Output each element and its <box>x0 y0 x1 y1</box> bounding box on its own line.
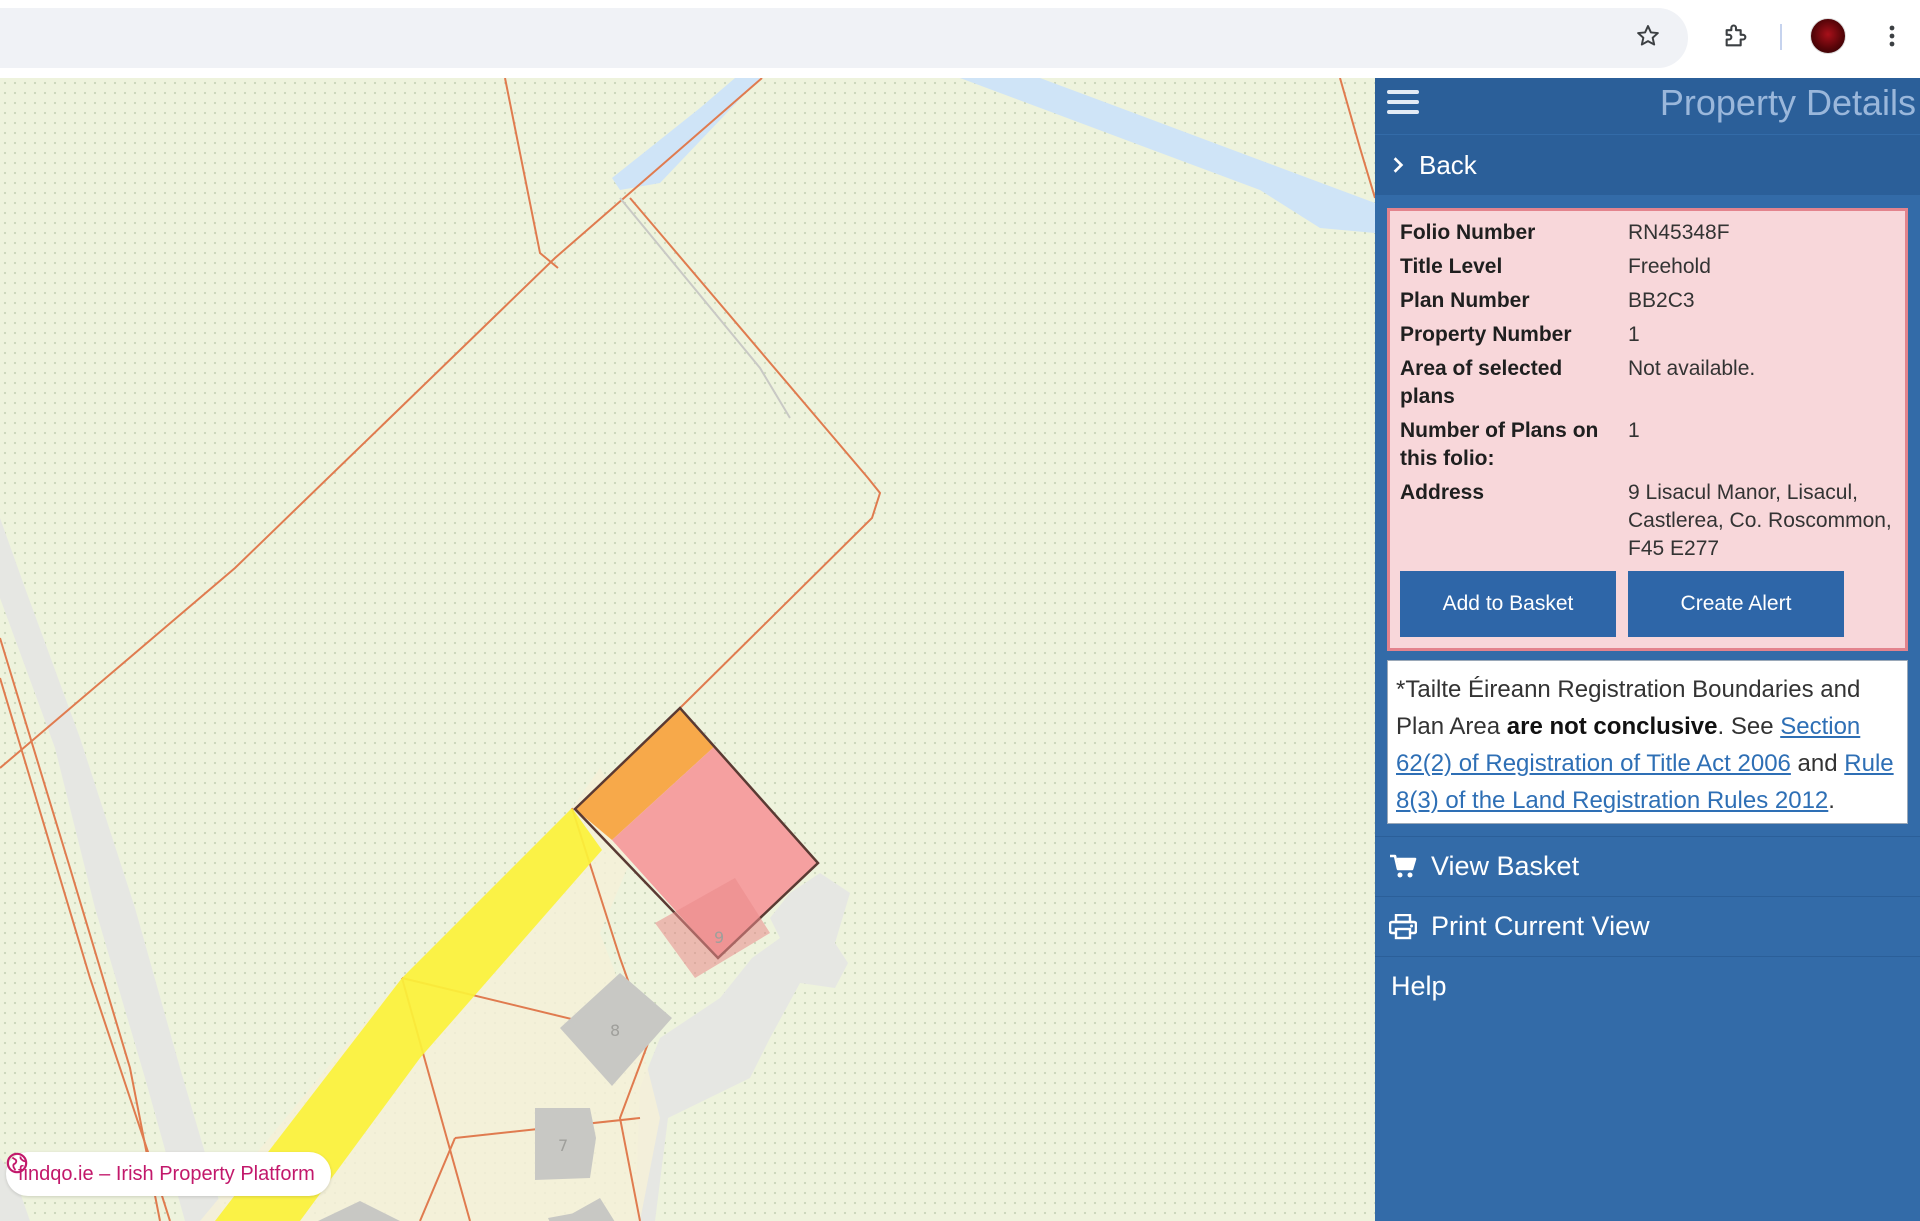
hamburger-icon[interactable] <box>1387 88 1421 122</box>
detail-value: 1 <box>1628 323 1640 346</box>
toolbar-divider <box>1780 24 1782 50</box>
printer-icon <box>1389 913 1417 941</box>
notice-text: . <box>1828 787 1835 814</box>
watermark-text: findqo.ie – Irish Property Platform <box>18 1162 315 1185</box>
detail-label: Property Number <box>1400 323 1572 346</box>
registration-notice: *Tailte Éireann Registration Boundaries … <box>1387 660 1908 824</box>
detail-row-plan-count: Number of Plans on this folio: 1 <box>1400 417 1895 473</box>
print-current-view-label: Print Current View <box>1431 911 1650 941</box>
detail-row-area: Area of selected plans Not available. <box>1400 355 1895 411</box>
kebab-icon[interactable] <box>1874 18 1910 54</box>
detail-row-folio: Folio Number RN45348F <box>1400 219 1895 247</box>
cart-icon <box>1389 853 1417 881</box>
detail-label: Folio Number <box>1400 221 1536 244</box>
watermark-badge: findqo.ie – Irish Property Platform <box>6 1152 331 1196</box>
back-button[interactable]: Back <box>1375 135 1920 195</box>
browser-toolbar <box>0 0 1920 78</box>
detail-value: Not available. <box>1628 357 1756 380</box>
detail-label: Number of Plans on this folio: <box>1400 419 1599 470</box>
puzzle-icon[interactable] <box>1718 18 1754 54</box>
profile-avatar[interactable] <box>1810 18 1846 54</box>
view-basket-label: View Basket <box>1431 851 1580 881</box>
detail-value: Freehold <box>1628 255 1711 278</box>
parcel-label-8: 8 <box>610 1021 620 1040</box>
panel-header: Property Details <box>1375 78 1920 134</box>
globe-icon <box>6 1152 28 1174</box>
faint-boundary <box>619 197 791 419</box>
panel-title: Property Details <box>1659 82 1916 123</box>
road <box>0 518 225 1221</box>
view-basket-item[interactable]: View Basket <box>1375 836 1920 896</box>
detail-value: BB2C3 <box>1628 289 1695 312</box>
add-to-basket-button[interactable]: Add to Basket <box>1400 571 1616 637</box>
star-icon[interactable] <box>1630 18 1666 54</box>
detail-row-property-number: Property Number 1 <box>1400 321 1895 349</box>
help-item[interactable]: Help <box>1375 956 1920 1016</box>
help-label: Help <box>1391 971 1447 1001</box>
notice-text: . See <box>1717 713 1781 740</box>
action-buttons: Add to Basket Create Alert <box>1400 571 1844 637</box>
water-channel <box>612 78 1375 233</box>
chevron-right-icon <box>1393 157 1404 173</box>
detail-label: Area of selected plans <box>1400 357 1563 408</box>
detail-value: RN45348F <box>1628 221 1730 244</box>
detail-label: Plan Number <box>1400 289 1530 312</box>
notice-bold: are not conclusive <box>1506 713 1718 740</box>
detail-value: 9 Lisacul Manor, Lisacul, Castlerea, Co.… <box>1628 481 1892 560</box>
detail-row-address: Address 9 Lisacul Manor, Lisacul, Castle… <box>1400 479 1895 563</box>
notice-text: and <box>1790 750 1845 777</box>
detail-row-title-level: Title Level Freehold <box>1400 253 1895 281</box>
detail-row-plan-number: Plan Number BB2C3 <box>1400 287 1895 315</box>
detail-value: 1 <box>1628 419 1640 442</box>
detail-label: Title Level <box>1400 255 1503 278</box>
parcel-label-7: 7 <box>558 1136 568 1155</box>
property-map[interactable]: 9 8 7 6 findqo.ie – Irish Property Platf… <box>0 78 1375 1221</box>
print-current-view-item[interactable]: Print Current View <box>1375 896 1920 956</box>
back-label: Back <box>1419 149 1477 180</box>
parcel-label-9: 9 <box>714 928 724 947</box>
address-bar[interactable] <box>0 8 1688 68</box>
detail-label: Address <box>1400 481 1485 504</box>
property-details-box: Folio Number RN45348F Title Level Freeho… <box>1387 208 1908 651</box>
create-alert-button[interactable]: Create Alert <box>1628 571 1844 637</box>
property-details-panel: Property Details Back Folio Number RN453… <box>1375 78 1920 1221</box>
